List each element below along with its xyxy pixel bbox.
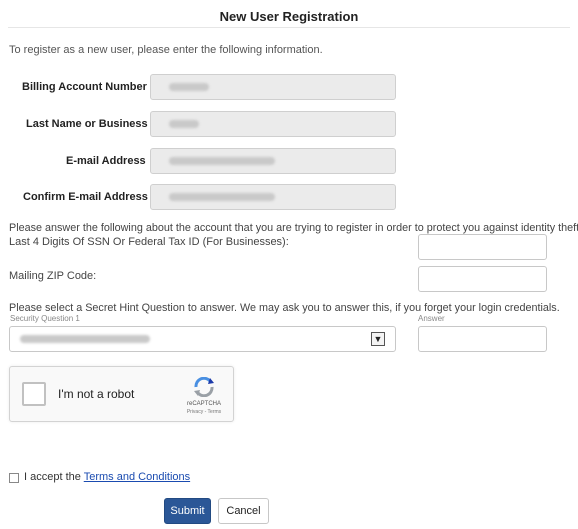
- answer-label: Answer: [418, 314, 445, 323]
- terms-prefix: I accept the: [24, 471, 84, 483]
- security-question-select[interactable]: ▼: [9, 326, 396, 352]
- terms-checkbox[interactable]: [9, 473, 19, 483]
- zip-label: Mailing ZIP Code:: [9, 270, 97, 282]
- recaptcha-checkbox[interactable]: [22, 382, 46, 406]
- security-question-label: Security Question 1: [10, 314, 80, 323]
- chevron-down-icon[interactable]: ▼: [371, 332, 385, 346]
- billing-account-input[interactable]: [150, 74, 396, 100]
- zip-input[interactable]: [418, 266, 547, 292]
- recaptcha-links[interactable]: Privacy - Terms: [178, 409, 230, 415]
- terms-text: I accept the Terms and Conditions: [24, 471, 190, 483]
- billing-account-label: Billing Account Number: [22, 81, 147, 93]
- redacted-value: [169, 83, 209, 91]
- last-name-label: Last Name or Business: [26, 118, 148, 130]
- security-instruction: Please select a Secret Hint Question to …: [9, 302, 560, 314]
- redacted-value: [169, 157, 275, 165]
- recaptcha-logo-icon: [194, 377, 214, 397]
- last-name-input[interactable]: [150, 111, 396, 137]
- cancel-button[interactable]: Cancel: [218, 498, 269, 524]
- identity-instruction: Please answer the following about the ac…: [9, 222, 578, 234]
- recaptcha-brand: reCAPTCHA: [186, 401, 221, 407]
- page-title: New User Registration: [219, 9, 359, 24]
- recaptcha-label: I'm not a robot: [58, 387, 135, 401]
- confirm-email-input[interactable]: [150, 184, 396, 210]
- submit-button[interactable]: Submit: [164, 498, 211, 524]
- terms-link[interactable]: Terms and Conditions: [84, 471, 190, 483]
- recaptcha-widget: I'm not a robot reCAPTCHA Privacy - Term…: [9, 366, 234, 422]
- redacted-value: [20, 335, 150, 343]
- email-input[interactable]: [150, 148, 396, 174]
- answer-input[interactable]: [418, 326, 547, 352]
- ssn-input[interactable]: [418, 234, 547, 260]
- ssn-label: Last 4 Digits Of SSN Or Federal Tax ID (…: [9, 236, 289, 248]
- redacted-value: [169, 120, 199, 128]
- title-divider: [8, 27, 570, 28]
- confirm-email-label: Confirm E-mail Address: [23, 191, 148, 203]
- intro-text: To register as a new user, please enter …: [9, 44, 323, 56]
- redacted-value: [169, 193, 275, 201]
